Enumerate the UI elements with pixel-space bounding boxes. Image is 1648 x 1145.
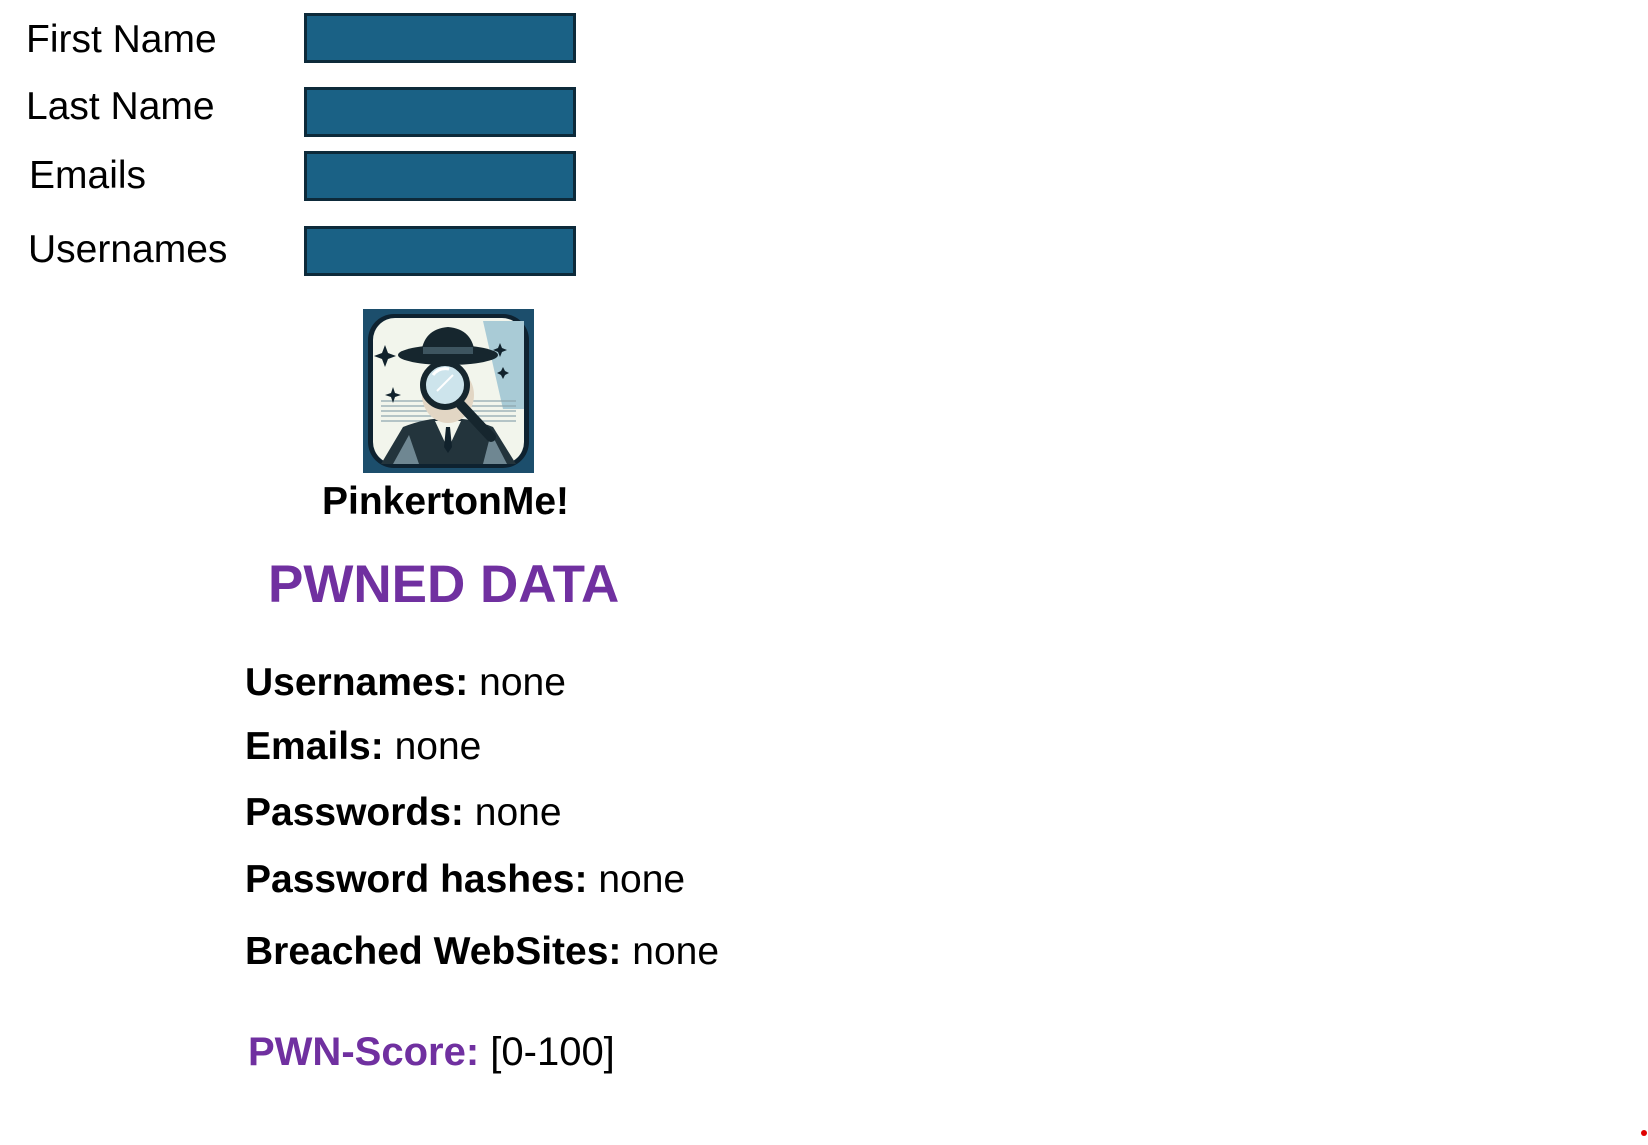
usernames-input[interactable] bbox=[304, 226, 576, 276]
first-name-label: First Name bbox=[26, 18, 217, 61]
first-name-input[interactable] bbox=[304, 13, 576, 63]
emails-label: Emails bbox=[29, 154, 147, 197]
pwn-score-value: [0-100] bbox=[490, 1030, 615, 1074]
result-value: none bbox=[474, 791, 562, 834]
result-value: none bbox=[632, 930, 720, 973]
red-marker-dot bbox=[1641, 1130, 1647, 1136]
result-row-password-hashes: Password hashes: none bbox=[245, 860, 685, 899]
result-label: Usernames: bbox=[245, 661, 469, 704]
result-row-emails: Emails: none bbox=[245, 727, 481, 766]
last-name-input[interactable] bbox=[304, 87, 576, 137]
result-label: Password hashes: bbox=[245, 858, 588, 901]
result-row-usernames: Usernames: none bbox=[245, 663, 566, 702]
pwn-score: PWN-Score: [0-100] bbox=[248, 1032, 615, 1072]
app-name: PinkertonMe! bbox=[322, 480, 570, 523]
result-value: none bbox=[479, 661, 566, 704]
pwn-score-label: PWN-Score: bbox=[248, 1030, 480, 1074]
result-label: Passwords: bbox=[245, 791, 464, 834]
emails-input[interactable] bbox=[304, 151, 576, 201]
result-value: none bbox=[394, 725, 482, 768]
result-label: Breached WebSites: bbox=[245, 930, 622, 973]
result-label: Emails: bbox=[245, 725, 384, 768]
result-row-passwords: Passwords: none bbox=[245, 793, 562, 832]
pwned-data-title: PWNED DATA bbox=[268, 555, 620, 614]
result-row-breached-websites: Breached WebSites: none bbox=[245, 932, 719, 971]
result-value: none bbox=[598, 858, 686, 901]
usernames-label: Usernames bbox=[28, 228, 228, 271]
detective-magnifier-icon bbox=[363, 309, 534, 473]
last-name-label: Last Name bbox=[26, 85, 215, 128]
